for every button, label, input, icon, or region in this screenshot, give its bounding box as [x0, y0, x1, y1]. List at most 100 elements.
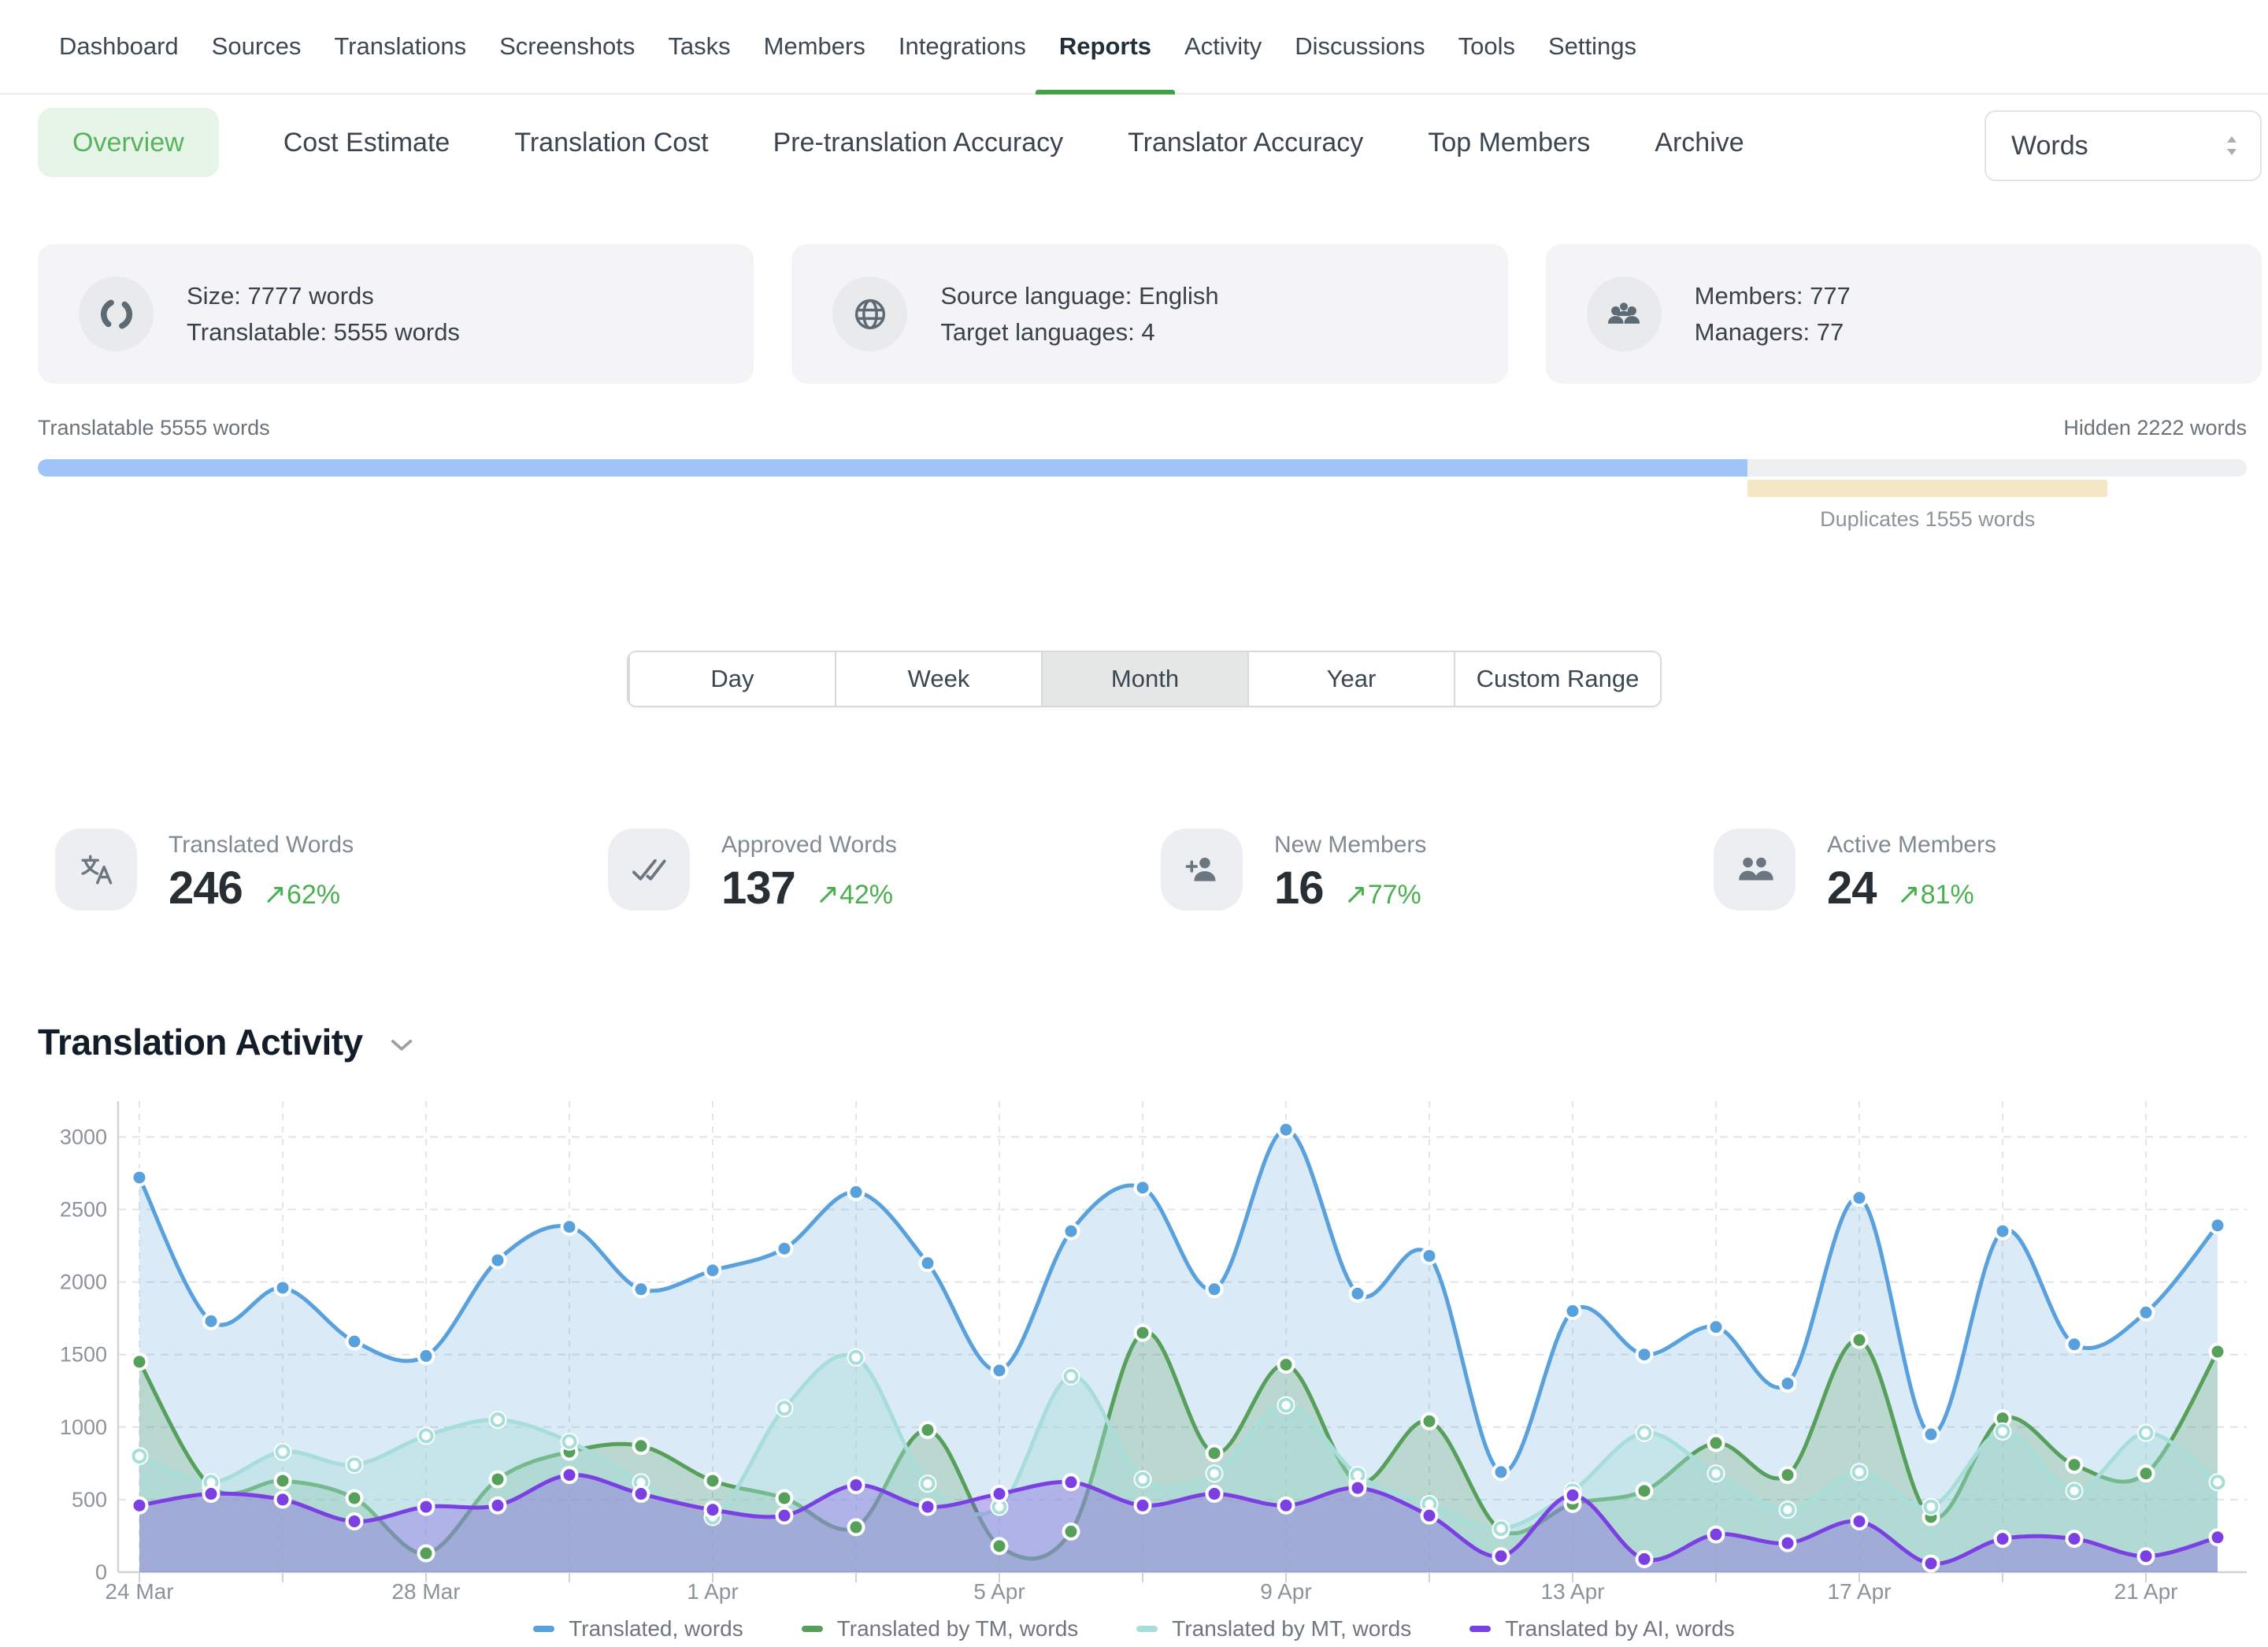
chart-point[interactable] — [850, 1521, 862, 1533]
chart-point[interactable] — [636, 1488, 647, 1500]
chart-point[interactable] — [1782, 1469, 1794, 1481]
chart-point[interactable] — [779, 1402, 791, 1414]
chart-point[interactable] — [1567, 1489, 1579, 1501]
report-tab[interactable]: Cost Estimate — [284, 128, 450, 158]
chart-point[interactable] — [564, 1469, 576, 1481]
chevron-down-icon[interactable] — [390, 1038, 413, 1053]
chart-point[interactable] — [1854, 1192, 1866, 1204]
range-tab[interactable]: Day — [628, 652, 835, 706]
chart-point[interactable] — [1567, 1305, 1579, 1317]
nav-item[interactable]: Members — [764, 0, 865, 93]
chart-point[interactable] — [2212, 1531, 2224, 1543]
chart-point[interactable] — [2212, 1346, 2224, 1358]
nav-item[interactable]: Integrations — [899, 0, 1026, 93]
chart-point[interactable] — [1280, 1400, 1292, 1411]
range-tab[interactable]: Year — [1247, 652, 1454, 706]
chart-point[interactable] — [707, 1504, 719, 1515]
chart-point[interactable] — [492, 1414, 504, 1426]
chart-point[interactable] — [1352, 1288, 1364, 1300]
report-tab[interactable]: Overview — [38, 108, 219, 177]
chart-point[interactable] — [277, 1446, 289, 1458]
range-tab[interactable]: Custom Range — [1454, 652, 1660, 706]
chart-point[interactable] — [1925, 1557, 1937, 1569]
chart-point[interactable] — [277, 1493, 289, 1505]
chart-point[interactable] — [1065, 1476, 1077, 1488]
chart-point[interactable] — [564, 1436, 576, 1448]
chart-point[interactable] — [277, 1282, 289, 1293]
chart-point[interactable] — [2069, 1338, 2081, 1350]
chart-point[interactable] — [2069, 1533, 2081, 1545]
chart-point[interactable] — [850, 1352, 862, 1363]
chart-point[interactable] — [1782, 1378, 1794, 1389]
legend-item[interactable]: Translated by AI, words — [1469, 1616, 1735, 1641]
chart-point[interactable] — [1639, 1427, 1651, 1439]
chart-point[interactable] — [1997, 1226, 2009, 1237]
chart-point[interactable] — [1209, 1447, 1221, 1459]
report-tab[interactable]: Top Members — [1428, 128, 1590, 158]
chart-point[interactable] — [2140, 1307, 2152, 1319]
chart-point[interactable] — [1209, 1467, 1221, 1479]
chart-point[interactable] — [1710, 1467, 1722, 1479]
chart-point[interactable] — [1065, 1371, 1077, 1382]
nav-item[interactable]: Translations — [334, 0, 466, 93]
chart-point[interactable] — [1495, 1523, 1507, 1534]
report-tab[interactable]: Pre-translation Accuracy — [773, 128, 1064, 158]
chart-point[interactable] — [707, 1264, 719, 1276]
chart-point[interactable] — [421, 1430, 432, 1441]
nav-item[interactable]: Settings — [1548, 0, 1636, 93]
chart-point[interactable] — [277, 1475, 289, 1486]
chart-point[interactable] — [2069, 1459, 2081, 1471]
chart-point[interactable] — [1209, 1283, 1221, 1295]
chart-point[interactable] — [1782, 1538, 1794, 1549]
chart-point[interactable] — [206, 1315, 217, 1327]
chart-point[interactable] — [492, 1474, 504, 1486]
chart-point[interactable] — [1137, 1474, 1149, 1486]
range-tab[interactable]: Week — [835, 652, 1041, 706]
nav-item[interactable]: Sources — [212, 0, 302, 93]
chart-point[interactable] — [1925, 1429, 1937, 1441]
chart-point[interactable] — [421, 1350, 432, 1362]
chart-point[interactable] — [206, 1488, 217, 1500]
chart-point[interactable] — [1782, 1504, 1794, 1515]
nav-item[interactable]: Screenshots — [499, 0, 635, 93]
chart-point[interactable] — [1925, 1501, 1937, 1513]
chart-point[interactable] — [134, 1356, 146, 1367]
chart-point[interactable] — [779, 1493, 791, 1504]
chart-point[interactable] — [1137, 1327, 1149, 1339]
chart-point[interactable] — [1424, 1415, 1436, 1427]
chart-point[interactable] — [1137, 1500, 1149, 1512]
report-tab[interactable]: Translation Cost — [514, 128, 708, 158]
nav-item[interactable]: Dashboard — [59, 0, 179, 93]
range-tab[interactable]: Month — [1041, 652, 1247, 706]
chart-point[interactable] — [134, 1500, 146, 1512]
chart-point[interactable] — [1065, 1226, 1077, 1237]
chart-point[interactable] — [994, 1540, 1006, 1552]
chart-point[interactable] — [1424, 1250, 1436, 1262]
chart-point[interactable] — [994, 1364, 1006, 1376]
chart-point[interactable] — [850, 1479, 862, 1491]
chart-point[interactable] — [1997, 1533, 2009, 1545]
chart-point[interactable] — [134, 1171, 146, 1183]
chart-point[interactable] — [779, 1510, 791, 1522]
chart-point[interactable] — [636, 1440, 647, 1452]
nav-item[interactable]: Discussions — [1295, 0, 1425, 93]
chart-point[interactable] — [1209, 1488, 1221, 1500]
chart-point[interactable] — [349, 1515, 361, 1527]
chart-point[interactable] — [1854, 1515, 1866, 1527]
chart-point[interactable] — [707, 1475, 719, 1486]
chart-point[interactable] — [1710, 1321, 1722, 1333]
chart-point[interactable] — [779, 1243, 791, 1255]
chart-point[interactable] — [922, 1501, 934, 1513]
chart-point[interactable] — [1854, 1466, 1866, 1478]
chart-point[interactable] — [922, 1478, 934, 1489]
chart-point[interactable] — [922, 1424, 934, 1436]
legend-item[interactable]: Translated by TM, words — [802, 1616, 1079, 1641]
chart-point[interactable] — [2140, 1550, 2152, 1562]
chart-point[interactable] — [349, 1493, 361, 1504]
nav-item[interactable]: Tasks — [668, 0, 730, 93]
chart-point[interactable] — [1495, 1550, 1507, 1562]
chart-point[interactable] — [1710, 1529, 1722, 1541]
chart-point[interactable] — [1280, 1124, 1292, 1136]
chart-point[interactable] — [349, 1459, 361, 1471]
chart-point[interactable] — [1639, 1485, 1651, 1497]
